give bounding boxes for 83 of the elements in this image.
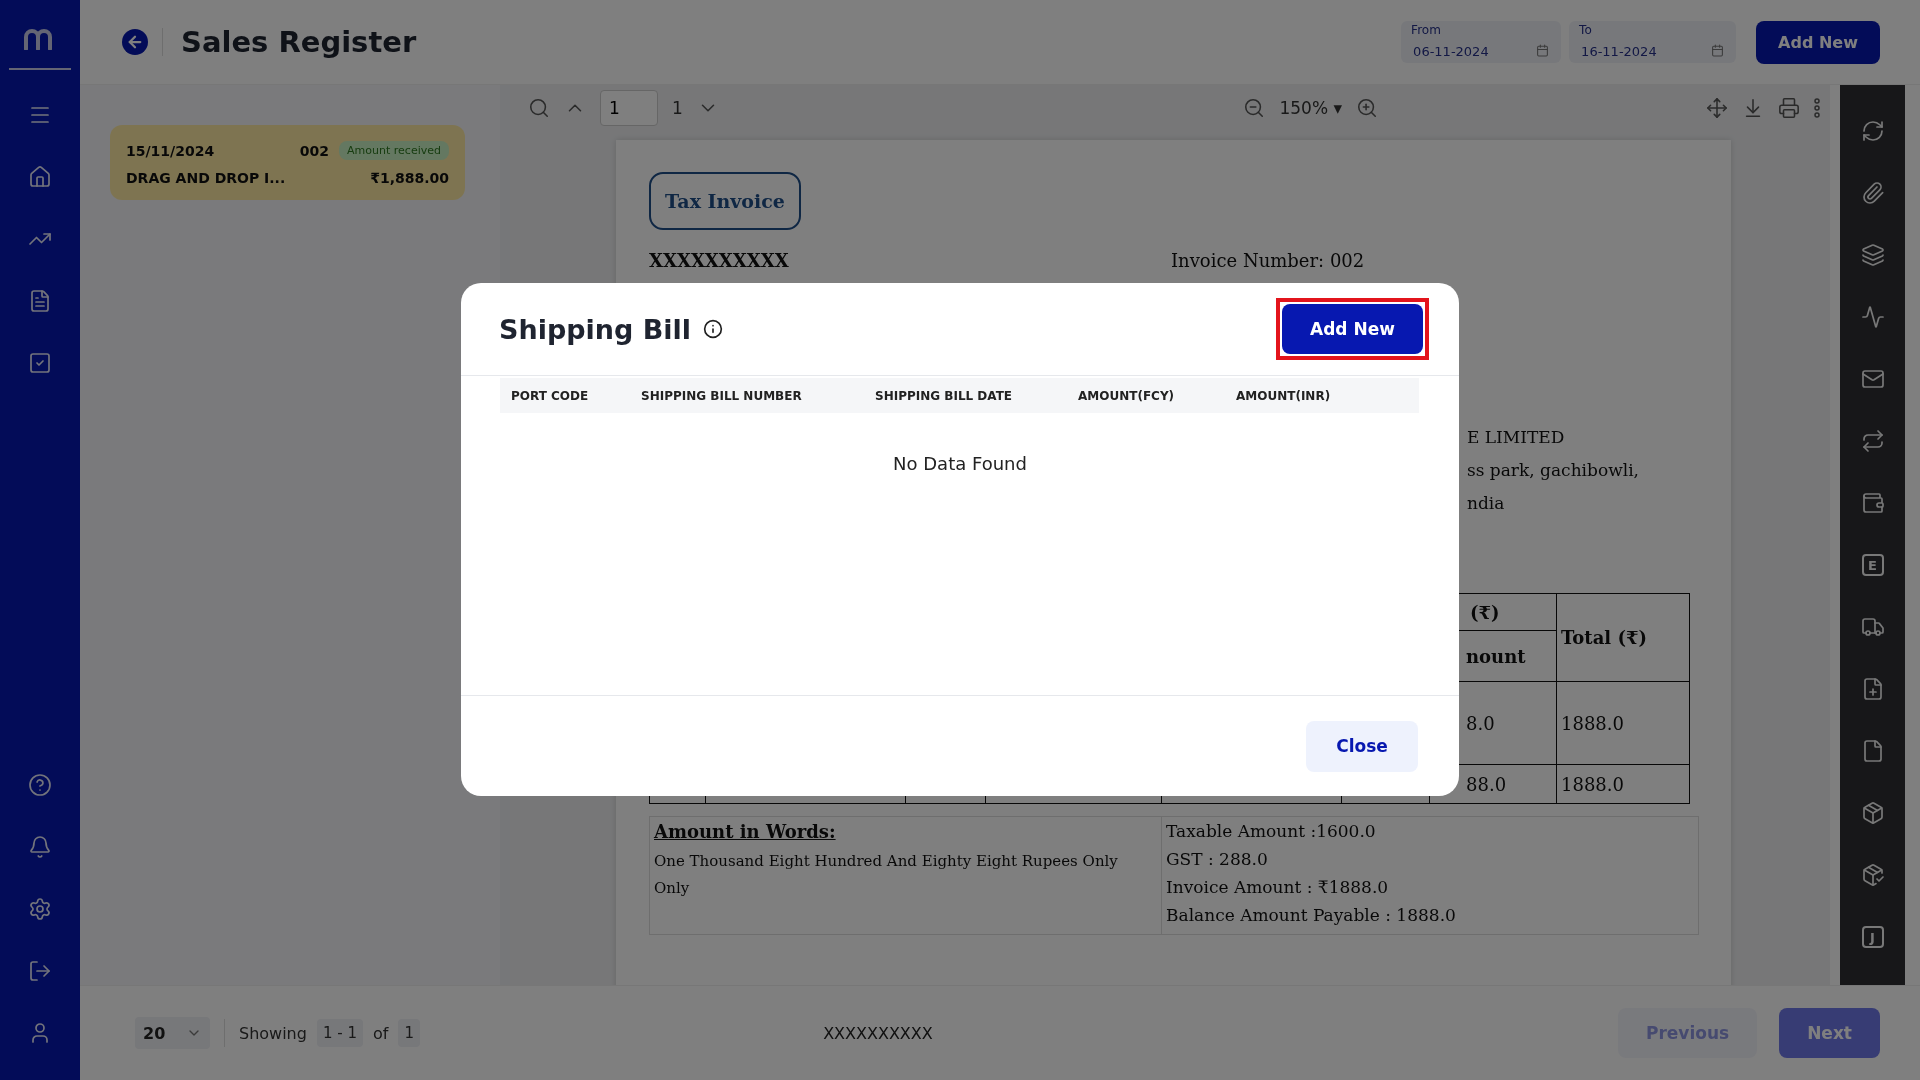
zoom-in-icon (1356, 96, 1378, 119)
back-button[interactable] (122, 29, 148, 55)
footer-center-text: XXXXXXXXXX (822, 1023, 934, 1043)
date-field[interactable]: To 16-11-2024 (1569, 21, 1737, 63)
empty-message: No Data Found (893, 453, 1027, 474)
date-value: 16-11-2024 (1581, 44, 1657, 61)
column-header: PORT CODE (511, 388, 590, 403)
printer-icon (1778, 96, 1800, 119)
status-tag: Amount received (339, 141, 449, 160)
pulse-icon (1860, 305, 1885, 329)
mail-icon (1860, 367, 1885, 391)
column-header: SHIPPING BILL NUMBER (641, 388, 803, 403)
address-line: E LIMITED (1466, 426, 1566, 449)
record-number: 002 (299, 142, 330, 159)
date-label: To (1579, 23, 1592, 37)
company-name: XXXXXXXXXX (649, 250, 790, 271)
rail-letter-button[interactable]: E (1861, 554, 1884, 576)
move-icon (1706, 96, 1728, 119)
invoice-number: Invoice Number: 002 (1171, 250, 1366, 271)
logout-icon (28, 959, 52, 983)
truck-icon (1860, 615, 1885, 639)
record-card[interactable]: 15/11/2024 002 Amount received DRAG AND DROP I... ₹1,888.00 (110, 125, 465, 200)
print-button[interactable] (1778, 96, 1800, 119)
next-button[interactable]: Next (1779, 1008, 1880, 1058)
search-button[interactable] (528, 96, 550, 119)
date-field[interactable]: From 06-11-2024 (1401, 21, 1562, 63)
wallet-icon (1860, 491, 1885, 515)
showing-label: Showing (239, 1023, 307, 1043)
rail-letter-button[interactable]: J (1861, 926, 1884, 948)
date-value: 06-11-2024 (1413, 44, 1489, 61)
of-label: of (372, 1023, 389, 1043)
address-line: ss park, gachibowli, (1466, 459, 1640, 482)
summary-line: Balance Amount Payable : 1888.0 (1166, 905, 1457, 926)
layers-icon (1860, 243, 1885, 267)
record-name: DRAG AND DROP I... (126, 170, 287, 186)
move-button[interactable] (1706, 96, 1728, 119)
page-title: Sales Register (181, 25, 418, 59)
repeat-icon (1860, 429, 1885, 453)
record-date: 15/11/2024 (126, 142, 216, 159)
more-button[interactable] (1814, 97, 1820, 118)
more-icon (1814, 97, 1820, 118)
zoom-out-icon (1243, 96, 1266, 119)
checkbox-icon (28, 351, 52, 375)
date-label: From (1411, 23, 1441, 37)
package-check-icon (1860, 863, 1885, 887)
column-header: SHIPPING BILL DATE (875, 388, 1014, 403)
home-icon (28, 165, 52, 189)
close-button[interactable]: Close (1306, 720, 1418, 772)
paperclip-icon (1860, 181, 1885, 205)
zoom-in-button[interactable] (1356, 96, 1378, 119)
summary-line: Invoice Amount : ₹1888.0 (1166, 877, 1390, 898)
zoom-out-button[interactable] (1243, 96, 1266, 119)
record-amount: ₹1,888.00 (370, 170, 449, 186)
page-number-field[interactable]: 1 (600, 89, 658, 126)
amount-in-words-title: Amount in Words: (654, 821, 837, 842)
table-cell: 1888.0 (1556, 764, 1690, 804)
bell-icon (28, 835, 52, 859)
settings-icon (28, 897, 52, 921)
search-icon (528, 96, 550, 119)
table-header: Total (₹) (1556, 593, 1690, 682)
document-icon (28, 289, 52, 313)
amount-in-words-text: One Thousand Eight Hundred And Eighty Eight Rupees Only Only (654, 851, 1119, 899)
info-icon (703, 319, 724, 339)
refresh-icon (1860, 119, 1885, 143)
add-new-button[interactable]: Add New (1756, 20, 1880, 64)
page-size-select[interactable]: 20 (135, 1017, 210, 1049)
calendar-icon (1711, 44, 1725, 57)
dialog-title: Shipping Bill (499, 313, 692, 345)
package-icon (1860, 801, 1885, 825)
summary-line: GST : 288.0 (1166, 849, 1269, 870)
column-header: AMOUNT(FCY) (1078, 388, 1176, 403)
invoice-badge: Tax Invoice (649, 172, 801, 230)
page-count: 1 (672, 97, 683, 118)
table-cell: 1888.0 (1556, 681, 1690, 765)
range-chip: 1 - 1 (316, 1019, 363, 1047)
column-header: AMOUNT(INR) (1236, 388, 1332, 403)
total-chip: 1 (398, 1019, 420, 1047)
summary-line: Taxable Amount :1600.0 (1166, 821, 1377, 842)
calendar-icon (1536, 44, 1550, 57)
help-icon (28, 773, 52, 797)
zoom-select[interactable]: 150% ▾ (1279, 97, 1342, 118)
address-line: ndia (1466, 492, 1506, 515)
add-new-button[interactable]: Add New (1282, 304, 1423, 354)
